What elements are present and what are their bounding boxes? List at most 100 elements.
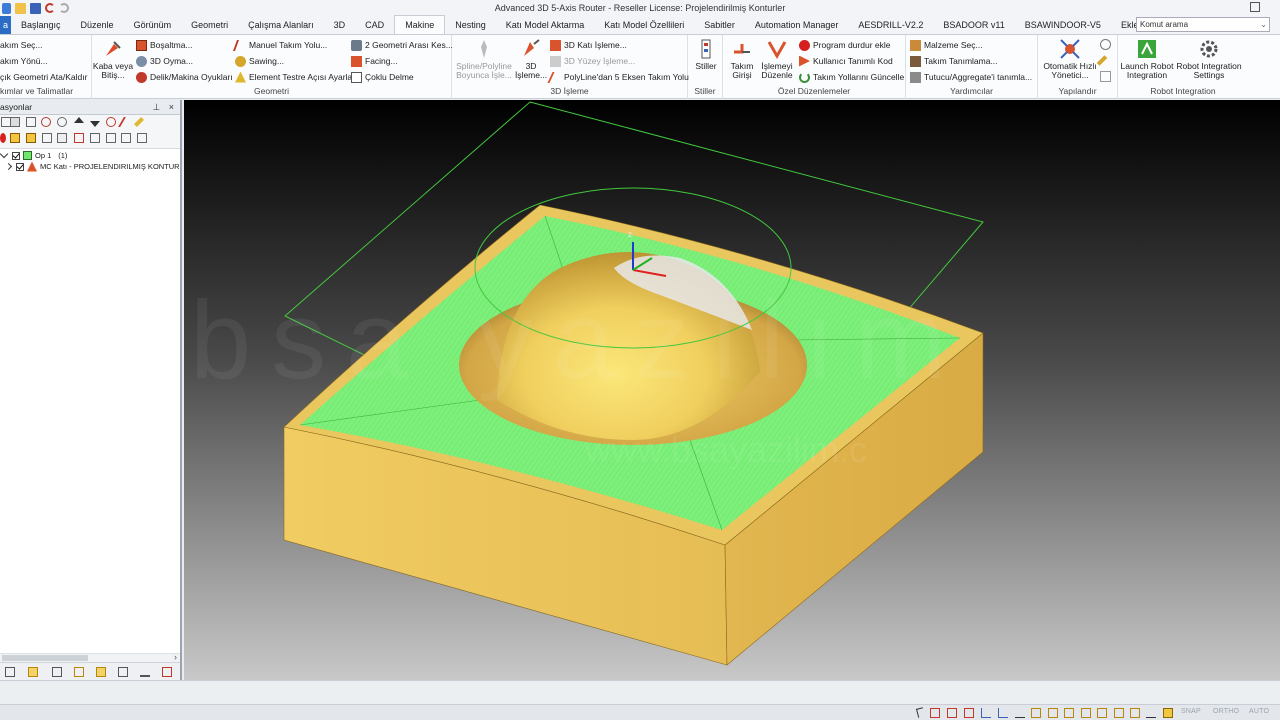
arrow-down-icon[interactable]: [90, 121, 100, 127]
chevron-down-icon[interactable]: ⌄: [1260, 18, 1267, 31]
snap-icon-14[interactable]: [1146, 708, 1156, 718]
lock-icon[interactable]: [10, 133, 20, 143]
delik-makina-button[interactable]: Delik/Makina Oyukları: [136, 70, 233, 84]
op1-checkbox[interactable]: [12, 151, 20, 160]
program-durdur-button[interactable]: Program durdur ekle: [799, 38, 890, 52]
auto-toggle[interactable]: AUTO: [1249, 708, 1269, 715]
toolbar-icon-row2-1[interactable]: [0, 133, 6, 143]
redo-icon[interactable]: [59, 3, 69, 13]
tab-3d[interactable]: 3D: [324, 16, 356, 34]
toolbar-icon-2[interactable]: [10, 117, 20, 127]
3d-viewport[interactable]: z bsa yazılım www.bsayazilim.c: [184, 100, 1280, 680]
bottom-icon-4[interactable]: [74, 667, 84, 677]
toolbar-icon-5[interactable]: [57, 117, 67, 127]
islemeyi-duzenle-button[interactable]: İşlemeyi Düzenle: [759, 38, 795, 80]
horizontal-scrollbar[interactable]: ›: [0, 652, 180, 662]
command-search-input[interactable]: Komut arama ⌄: [1136, 17, 1270, 32]
tab-gorunum[interactable]: Görünüm: [124, 16, 182, 34]
robot-settings-button[interactable]: Robot Integration Settings: [1176, 38, 1242, 80]
tree-icon-2[interactable]: [121, 133, 131, 143]
restore-window-button[interactable]: [1250, 2, 1260, 12]
collapse-icon[interactable]: [0, 149, 9, 159]
chevron-right-icon[interactable]: ›: [174, 652, 177, 662]
tab-bsawindoor[interactable]: BSAWINDOOR-V5: [1015, 16, 1111, 34]
geometri-ata-button[interactable]: çık Geometri Ata/Kaldır: [0, 70, 87, 84]
tab-kati-model-ozellileri[interactable]: Katı Model Özellileri: [594, 16, 694, 34]
launch-robot-button[interactable]: Launch Robot Integration: [1118, 38, 1176, 80]
save-icon[interactable]: [30, 2, 41, 14]
bottom-icon-6[interactable]: [118, 667, 128, 677]
tree-row-op1[interactable]: Op 1 (1): [0, 149, 67, 161]
tab-file[interactable]: a: [0, 16, 12, 34]
snap-icon-2[interactable]: [947, 708, 957, 718]
iki-geometri-arasi-button[interactable]: 2 Geometri Arası Kes...: [351, 38, 453, 52]
coklu-delme-button[interactable]: Çoklu Delme: [351, 70, 414, 84]
tab-makine[interactable]: Makine: [394, 15, 446, 34]
lock-icon-2[interactable]: [26, 133, 36, 143]
snap-toggle[interactable]: SNAP: [1181, 708, 1201, 715]
settings-icon[interactable]: [1100, 39, 1111, 50]
snap-icon-10[interactable]: [1081, 708, 1091, 718]
bottom-icon-3[interactable]: [52, 667, 62, 677]
otomatik-hizli-button[interactable]: Otomatik Hızlı Yönetici...: [1040, 38, 1100, 80]
mc-kati-checkbox[interactable]: [16, 162, 24, 171]
takim-sec-button[interactable]: akım Seç...: [0, 38, 43, 52]
takim-tanimlama-button[interactable]: Takım Tanımlama...: [910, 54, 998, 68]
tab-geometri[interactable]: Geometri: [181, 16, 238, 34]
bottom-icon-5[interactable]: [96, 667, 106, 677]
tab-duzenle[interactable]: Düzenle: [71, 16, 124, 34]
element-testre-button[interactable]: Element Testre Açısı Ayarla: [235, 70, 352, 84]
snap-icon-6[interactable]: [1015, 708, 1025, 718]
arrow-up-icon[interactable]: [74, 117, 84, 123]
group-icon[interactable]: [42, 133, 52, 143]
snap-icon-12[interactable]: [1114, 708, 1124, 718]
snap-icon-3[interactable]: [964, 708, 974, 718]
tab-cad[interactable]: CAD: [355, 16, 394, 34]
toolbar-icon-4[interactable]: [41, 117, 51, 127]
tree-icon[interactable]: [106, 133, 116, 143]
tab-nesting[interactable]: Nesting: [445, 16, 496, 34]
edit-icon[interactable]: [118, 117, 134, 127]
tab-kati-model-aktarma[interactable]: Katı Model Aktarma: [496, 16, 595, 34]
takim-yollari-guncelle-button[interactable]: Takım Yollarını Güncelle: [799, 70, 904, 84]
snap-icon-15[interactable]: [1163, 708, 1173, 718]
snap-icon-7[interactable]: [1031, 708, 1041, 718]
tab-bsadoor[interactable]: BSADOOR v11: [933, 16, 1014, 34]
yuzey-isleme-3d-button[interactable]: 3D Yüzey İşleme...: [550, 54, 635, 68]
kati-isleme-3d-button[interactable]: 3D Katı İşleme...: [550, 38, 627, 52]
tab-automation-manager[interactable]: Automation Manager: [745, 16, 849, 34]
sawing-button[interactable]: Sawing...: [235, 54, 284, 68]
snap-icon-4[interactable]: [981, 708, 991, 718]
takim-yonu-button[interactable]: akım Yönü...: [0, 54, 48, 68]
tab-sabitler[interactable]: Sabitler: [694, 16, 745, 34]
grid-icon[interactable]: [57, 133, 67, 143]
close-icon[interactable]: ×: [169, 102, 174, 112]
tab-aesdrill[interactable]: AESDRILL-V2.2: [848, 16, 933, 34]
tree-icon-3[interactable]: [137, 133, 147, 143]
snap-icon-8[interactable]: [1048, 708, 1058, 718]
snap-icon-1[interactable]: [930, 708, 940, 718]
manuel-takim-yolu-button[interactable]: Manuel Takım Yolu...: [232, 38, 327, 52]
expand-icon[interactable]: [4, 162, 13, 171]
bosaltma-button[interactable]: Boşaltma...: [136, 38, 193, 52]
undo-icon[interactable]: [45, 3, 55, 13]
refresh-icon[interactable]: [106, 117, 116, 127]
app-menu-icon[interactable]: [2, 2, 11, 14]
bottom-icon-7[interactable]: [140, 667, 150, 677]
bottom-icon-1[interactable]: [5, 667, 15, 677]
pin-icon[interactable]: ⊥: [152, 102, 160, 112]
snap-icon-9[interactable]: [1064, 708, 1074, 718]
snap-icon-13[interactable]: [1130, 708, 1140, 718]
magic-icon[interactable]: [134, 117, 144, 127]
takim-girisi-button[interactable]: Takım Girişi: [725, 38, 759, 80]
spline-boyunca-button[interactable]: Spline/Polyline Boyunca İşle...: [452, 38, 516, 80]
snap-icon-11[interactable]: [1097, 708, 1107, 718]
kullanici-kod-button[interactable]: Kullanıcı Tanımlı Kod: [799, 54, 893, 68]
kaba-bitis-button[interactable]: Kaba veya Bitiş...: [92, 38, 134, 80]
link-icon[interactable]: [90, 133, 100, 143]
malzeme-sec-button[interactable]: Malzeme Seç...: [910, 38, 983, 52]
ortho-toggle[interactable]: ORTHO: [1213, 708, 1239, 715]
tab-baslangic[interactable]: Başlangıç: [11, 16, 71, 34]
islem-3d-button[interactable]: 3D İşleme...: [514, 38, 548, 80]
copy-icon[interactable]: [1100, 71, 1111, 82]
